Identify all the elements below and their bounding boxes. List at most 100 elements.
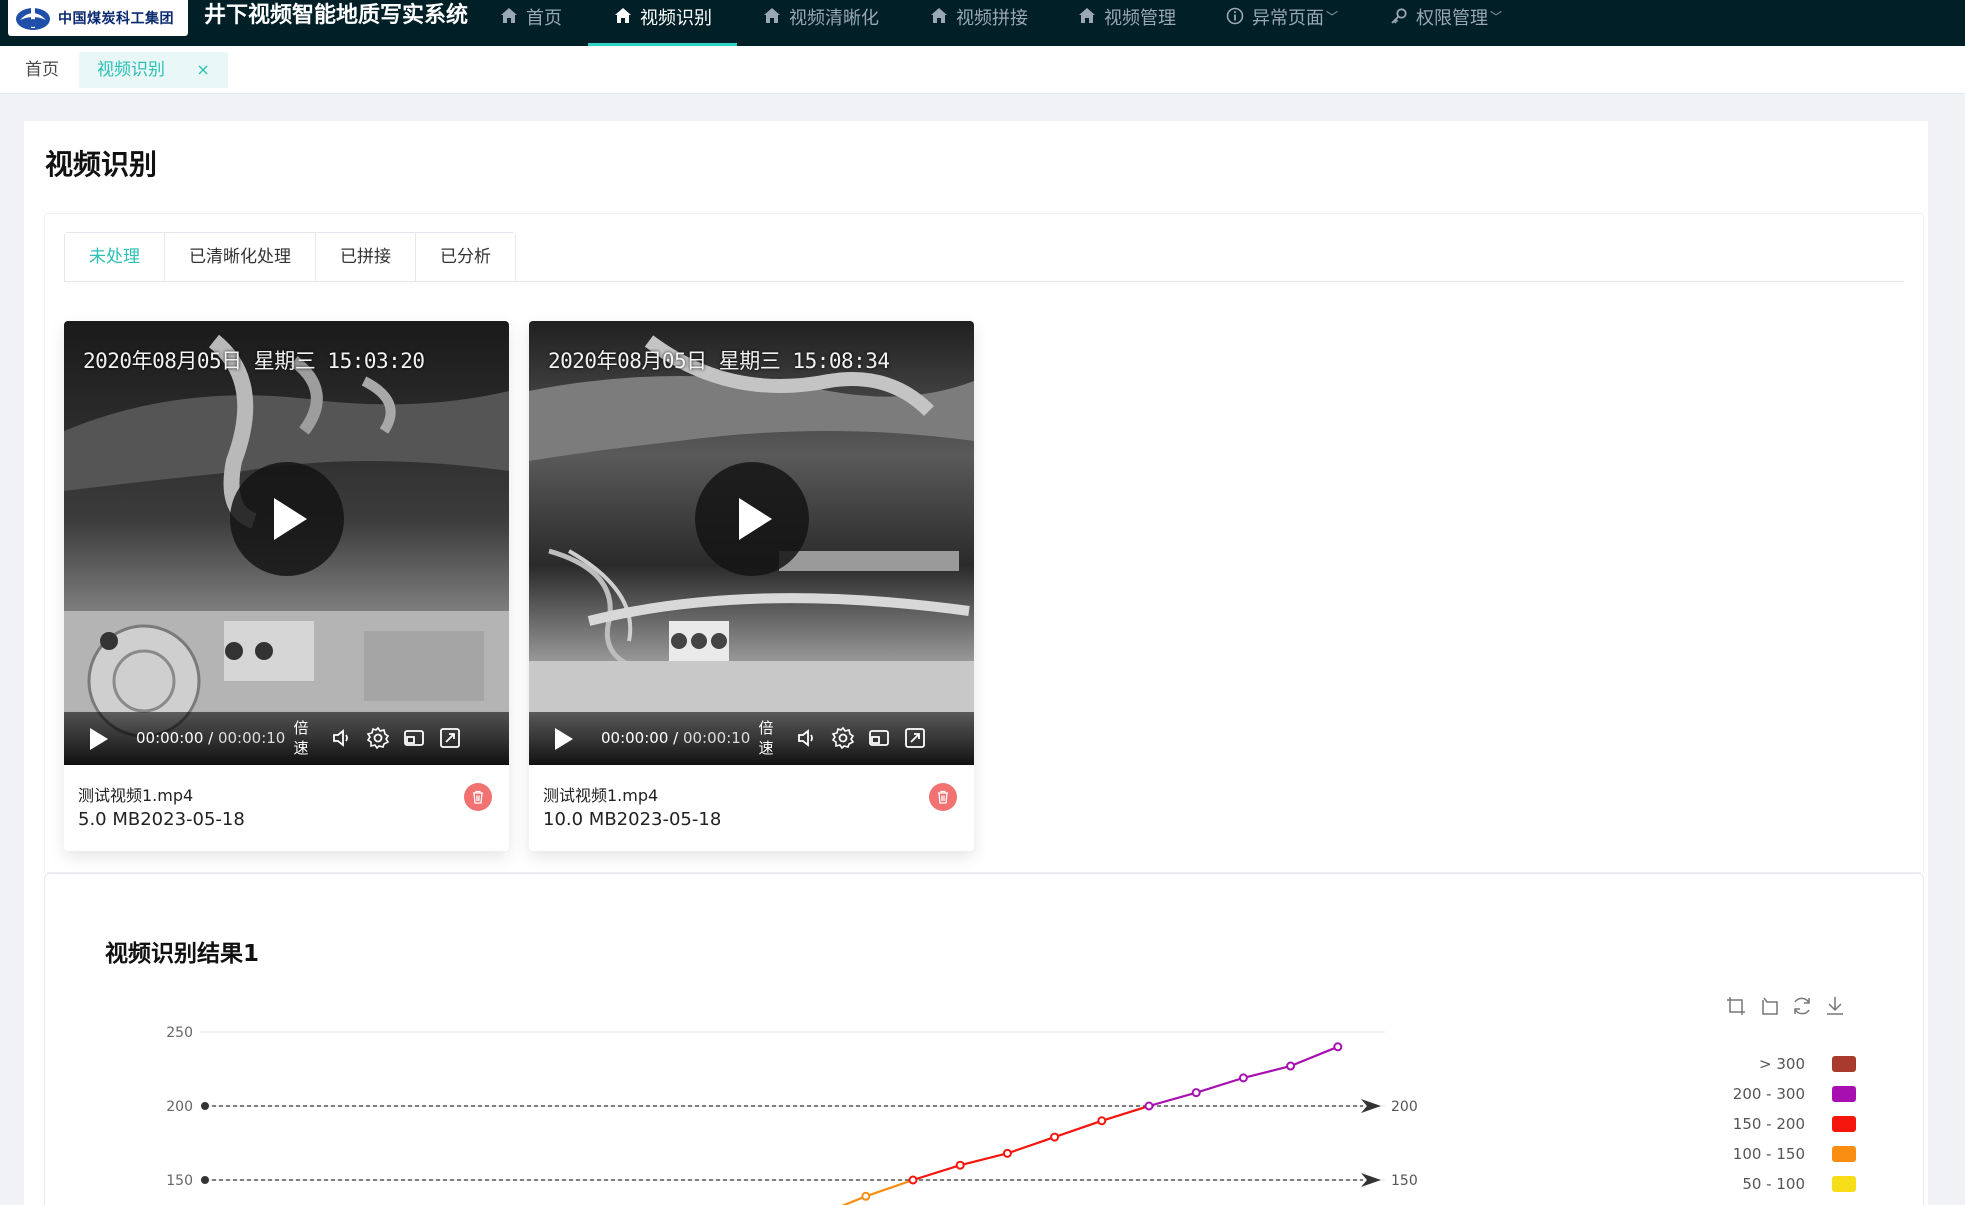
y-tick-label: 250 [166, 1025, 193, 1041]
home-icon [931, 8, 947, 23]
result-line-chart: 250200150100200150100 [166, 1025, 1418, 1205]
nav-permission-manage[interactable]: 权限管理 ﹀ [1390, 0, 1502, 46]
zoom-icon[interactable] [1724, 994, 1748, 1018]
video-file-meta: 10.0 MB2023-05-18 [543, 809, 722, 830]
nav-label: 视频清晰化 [789, 8, 879, 29]
video-file-name: 测试视频1.mp4 [543, 786, 659, 805]
data-point [1238, 1073, 1248, 1083]
series-line-segment [1101, 1104, 1150, 1122]
data-point [1191, 1088, 1201, 1098]
home-icon [615, 8, 631, 23]
playback-speed-button[interactable]: 倍速 [758, 718, 774, 758]
play-button[interactable] [695, 462, 809, 576]
legend-label: 200 - 300 [1732, 1085, 1805, 1103]
data-point [1286, 1061, 1296, 1071]
nav-video-clarify[interactable]: 视频清晰化 [763, 0, 879, 46]
home-icon [1079, 8, 1095, 23]
nav-video-recognition[interactable]: 视频识别 [614, 0, 712, 46]
segment-stitched[interactable]: 已拼接 [316, 233, 416, 281]
page-tabs-bar: 首页 视频识别 × [0, 46, 1965, 94]
picture-in-picture-icon[interactable] [402, 726, 426, 750]
main-panel: 视频识别 未处理 已清晰化处理 已拼接 已分析 2020年08月05日 星期三 … [24, 121, 1928, 1205]
data-point [1144, 1101, 1154, 1111]
volume-icon[interactable] [331, 726, 355, 750]
fullscreen-icon[interactable] [903, 726, 927, 750]
threshold-start-dot [201, 1176, 209, 1184]
company-logo-icon [16, 8, 50, 30]
playback-speed-button[interactable]: 倍速 [293, 718, 309, 758]
info-circle-icon [1226, 7, 1244, 25]
series-line-segment [959, 1152, 1008, 1167]
fullscreen-icon[interactable] [438, 726, 462, 750]
delete-button[interactable] [929, 783, 957, 811]
legend-swatch [1832, 1086, 1856, 1102]
legend-swatch [1832, 1116, 1856, 1132]
nav-exception-pages[interactable]: 异常页面 ﹀ [1226, 0, 1338, 46]
video-timestamp-overlay: 2020年08月05日 星期三 15:08:34 [548, 349, 890, 373]
download-icon[interactable] [1823, 994, 1847, 1018]
legend-item[interactable]: 100 - 150 [1695, 1144, 1875, 1164]
legend-label: 50 - 100 [1742, 1175, 1805, 1193]
video-time: 00:00:00 / 00:00:10 [136, 729, 286, 747]
chevron-down-icon: ﹀ [1490, 10, 1503, 24]
video-file-name: 测试视频1.mp4 [78, 786, 194, 805]
volume-icon[interactable] [796, 726, 820, 750]
company-logo[interactable]: 中国煤炭科工集团 [8, 0, 188, 36]
play-icon[interactable] [555, 728, 573, 750]
series-line-segment [1007, 1136, 1055, 1155]
trash-icon [473, 790, 483, 804]
legend-item[interactable]: 150 - 200 [1695, 1114, 1875, 1134]
data-point [1050, 1132, 1060, 1142]
tab-label: 视频识别 [97, 60, 165, 80]
nav-video-manage[interactable]: 视频管理 [1078, 0, 1176, 46]
segment-unprocessed[interactable]: 未处理 [65, 233, 165, 281]
zoom-reset-icon[interactable] [1757, 994, 1781, 1018]
tab-home[interactable]: 首页 [7, 52, 77, 88]
video-card: 2020年08月05日 星期三 15:03:20 00:00:00 / 00:0… [64, 321, 509, 851]
settings-gear-icon[interactable] [366, 726, 390, 750]
system-title: 井下视频智能地质写实系统 [204, 3, 469, 28]
video-player[interactable]: 2020年08月05日 星期三 15:08:34 00:00:00 / 00:0… [529, 321, 974, 765]
data-point [908, 1175, 918, 1185]
series-line-segment [1195, 1076, 1244, 1094]
video-player[interactable]: 2020年08月05日 星期三 15:03:20 00:00:00 / 00:0… [64, 321, 509, 765]
legend-label: > 300 [1759, 1055, 1805, 1073]
segment-analyzed[interactable]: 已分析 [416, 233, 515, 281]
play-icon[interactable] [90, 728, 108, 750]
picture-in-picture-icon[interactable] [867, 726, 891, 750]
legend-item[interactable]: 50 - 100 [1695, 1174, 1875, 1194]
nav-label: 视频拼接 [956, 8, 1028, 29]
tab-video-recognition[interactable]: 视频识别 × [79, 52, 228, 88]
video-controls: 00:00:00 / 00:00:10 倍速 [529, 712, 974, 765]
series-line-segment [1290, 1045, 1339, 1068]
legend-swatch [1832, 1146, 1856, 1162]
video-list-card: 未处理 已清晰化处理 已拼接 已分析 2020年08月05日 星期三 15:03… [44, 213, 1924, 873]
legend-item[interactable]: > 300 [1695, 1054, 1875, 1074]
restore-icon[interactable] [1790, 994, 1814, 1018]
video-timestamp-overlay: 2020年08月05日 星期三 15:03:20 [83, 349, 425, 373]
page-title: 视频识别 [45, 148, 158, 181]
series-line-segment [912, 1164, 961, 1182]
duration: 00:00:10 [682, 729, 751, 747]
video-file-meta: 5.0 MB2023-05-18 [78, 809, 245, 830]
legend-item[interactable]: 200 - 300 [1695, 1084, 1875, 1104]
nav-label: 视频管理 [1104, 8, 1176, 29]
nav-home[interactable]: 首页 [500, 0, 562, 46]
threshold-start-dot [201, 1102, 209, 1110]
y-tick-label: 150 [166, 1173, 193, 1189]
data-point [1002, 1148, 1012, 1158]
nav-label: 视频识别 [640, 8, 712, 29]
current-time: 00:00:00 [601, 729, 669, 747]
close-icon[interactable]: × [196, 60, 209, 79]
play-button[interactable] [230, 462, 344, 576]
legend-swatch [1832, 1176, 1856, 1192]
result-title: 视频识别结果1 [105, 941, 260, 967]
settings-gear-icon[interactable] [831, 726, 855, 750]
delete-button[interactable] [464, 783, 492, 811]
data-point [1097, 1116, 1107, 1126]
legend-label: 150 - 200 [1732, 1115, 1805, 1133]
nav-video-stitch[interactable]: 视频拼接 [930, 0, 1028, 46]
key-icon [1391, 8, 1407, 24]
segment-clarified[interactable]: 已清晰化处理 [165, 233, 316, 281]
nav-label: 异常页面 [1252, 8, 1324, 29]
